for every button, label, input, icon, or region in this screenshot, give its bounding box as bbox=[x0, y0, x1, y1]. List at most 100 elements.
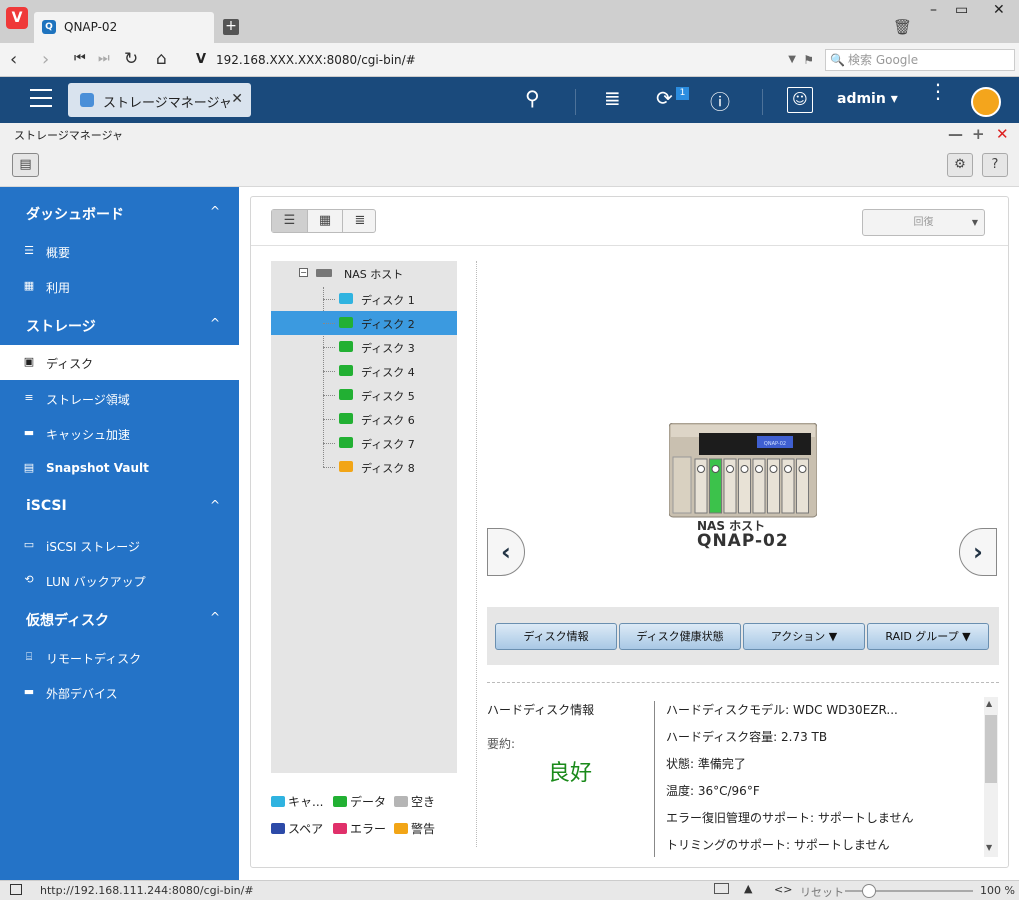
main-menu-icon[interactable] bbox=[30, 89, 52, 109]
legend-item: 警告 bbox=[394, 820, 435, 837]
sidebar-item-storage-space[interactable]: ≡ ストレージ領域 bbox=[0, 381, 239, 416]
sidebar-section-iscsi[interactable]: iSCSI ^ bbox=[0, 489, 239, 525]
sidebar-toggle-icon[interactable]: ▤ bbox=[12, 153, 39, 177]
tree-line bbox=[323, 467, 335, 468]
sidebar-item-cache[interactable]: ▬ キャッシュ加速 bbox=[0, 416, 239, 451]
zoom-slider-handle[interactable] bbox=[862, 884, 876, 898]
sidebar-item-label: Snapshot Vault bbox=[46, 461, 149, 475]
close-app-icon[interactable]: ✕ bbox=[996, 125, 1009, 143]
sidebar-item-snapshot-vault[interactable]: ▤ Snapshot Vault bbox=[0, 451, 239, 486]
scroll-thumb[interactable] bbox=[985, 715, 997, 783]
tree-node-disk[interactable]: ディスク 5 bbox=[271, 383, 457, 407]
sidebar-item-usage[interactable]: ▦ 利用 bbox=[0, 269, 239, 304]
list-view-icon[interactable]: ☰ bbox=[272, 210, 307, 232]
sidebar-item-iscsi-storage[interactable]: ▭ iSCSI ストレージ bbox=[0, 528, 239, 563]
user-menu[interactable]: admin ▾ bbox=[837, 91, 898, 107]
divider bbox=[476, 261, 477, 847]
search-field[interactable]: 🔍 検索 Google bbox=[825, 49, 1015, 71]
info-scrollbar[interactable]: ▲ ▼ bbox=[984, 697, 998, 857]
nas-name: QNAP-02 bbox=[697, 531, 789, 551]
disk-info-button[interactable]: ディスク情報 bbox=[495, 623, 617, 650]
code-icon[interactable]: <> bbox=[774, 883, 792, 896]
drive-bay-led-icon bbox=[784, 465, 792, 473]
disk-status-icon bbox=[339, 341, 353, 352]
maximize-icon[interactable]: ▭ bbox=[955, 2, 968, 18]
scroll-down-icon[interactable]: ▼ bbox=[986, 843, 992, 852]
reset-label[interactable]: リセット bbox=[800, 884, 844, 900]
recover-button[interactable]: 回復 ▼ bbox=[862, 209, 985, 236]
back-icon[interactable]: ‹ bbox=[10, 49, 17, 70]
home-icon[interactable]: ⌂ bbox=[156, 49, 167, 69]
close-app-tab-icon[interactable]: ✕ bbox=[231, 91, 243, 107]
sidebar-section-storage[interactable]: ストレージ ^ bbox=[0, 307, 239, 343]
user-avatar-icon[interactable]: ☺ bbox=[787, 87, 813, 113]
legend-label: スペア bbox=[288, 822, 324, 836]
sidebar-item-overview[interactable]: ☰ 概要 bbox=[0, 234, 239, 269]
url-field[interactable]: V 192.168.XXX.XXX:8080/cgi-bin/# ▼ ⚑ bbox=[190, 48, 820, 72]
panel-toggle-icon[interactable] bbox=[10, 884, 22, 895]
nas-device-image[interactable]: QNAP-02 bbox=[669, 423, 817, 519]
tree-node-disk[interactable]: ディスク 2 bbox=[271, 311, 457, 335]
collapse-chevron-icon[interactable]: ^ bbox=[210, 498, 220, 512]
minimize-icon[interactable]: – bbox=[930, 2, 937, 18]
tree-line bbox=[323, 419, 335, 420]
drive-bay-led-icon bbox=[798, 465, 807, 473]
nas-host-icon bbox=[316, 269, 332, 277]
sidebar-item-lun-backup[interactable]: ⟲ LUN バックアップ bbox=[0, 563, 239, 598]
app-tab[interactable]: ストレージマネージャ ✕ bbox=[68, 83, 251, 117]
image-icon[interactable]: ▲ bbox=[744, 882, 752, 895]
sidebar-item-disk[interactable]: ▣ ディスク bbox=[0, 345, 239, 380]
info-icon[interactable]: ⓘ bbox=[710, 86, 730, 115]
detail-view-icon[interactable]: ≣ bbox=[342, 210, 377, 232]
tree-node-disk[interactable]: ディスク 3 bbox=[271, 335, 457, 359]
trash-icon[interactable]: 🗑 bbox=[893, 18, 912, 36]
grid-view-icon[interactable]: ▦ bbox=[307, 210, 342, 232]
maximize-app-icon[interactable]: + bbox=[972, 125, 985, 143]
notifications-icon[interactable]: ⟳ bbox=[656, 86, 673, 110]
browser-tab[interactable]: Q QNAP-02 bbox=[34, 12, 214, 43]
close-window-icon[interactable]: ✕ bbox=[993, 2, 1005, 18]
tile-icon[interactable] bbox=[714, 883, 729, 894]
minimize-app-icon[interactable]: — bbox=[948, 125, 963, 143]
iscsi-icon: ▭ bbox=[23, 538, 35, 551]
new-tab-icon[interactable]: + bbox=[223, 19, 239, 35]
tree-node-disk[interactable]: ディスク 6 bbox=[271, 407, 457, 431]
legend-label: 空き bbox=[411, 795, 436, 809]
collapse-tree-icon[interactable]: − bbox=[299, 268, 308, 277]
url-dropdown-icon[interactable]: ▼ bbox=[788, 48, 796, 72]
action-dropdown-button[interactable]: アクション ▼ bbox=[743, 623, 865, 650]
tree-node-disk[interactable]: ディスク 7 bbox=[271, 431, 457, 455]
reload-icon[interactable]: ↻ bbox=[124, 49, 138, 69]
app-tab-label: ストレージマネージャ bbox=[103, 96, 232, 111]
hdd-info-title: ハードディスク情報 bbox=[487, 703, 595, 717]
collapse-chevron-icon[interactable]: ^ bbox=[210, 316, 220, 330]
collapse-chevron-icon[interactable]: ^ bbox=[210, 204, 220, 218]
disk-health-button[interactable]: ディスク健康状態 bbox=[619, 623, 741, 650]
more-options-icon[interactable]: ⋮ bbox=[928, 81, 948, 101]
search-icon[interactable]: ⚲ bbox=[525, 86, 540, 110]
background-tasks-icon[interactable]: ≣ bbox=[604, 86, 621, 110]
raid-group-dropdown-button[interactable]: RAID グループ ▼ bbox=[867, 623, 989, 650]
rewind-icon[interactable]: ⏮ bbox=[74, 51, 86, 66]
scroll-up-icon[interactable]: ▲ bbox=[986, 699, 992, 708]
collapse-chevron-icon[interactable]: ^ bbox=[210, 610, 220, 624]
previous-arrow-icon[interactable]: ‹ bbox=[487, 528, 525, 576]
fast-forward-icon[interactable]: ⏭ bbox=[98, 51, 110, 66]
bookmark-icon[interactable]: ⚑ bbox=[803, 48, 814, 72]
next-arrow-icon[interactable]: › bbox=[959, 528, 997, 576]
sidebar-item-remote-disk[interactable]: ⌸ リモートディスク bbox=[0, 640, 239, 675]
settings-gear-icon[interactable]: ⚙ bbox=[947, 153, 973, 177]
tree-node-disk[interactable]: ディスク 4 bbox=[271, 359, 457, 383]
tree-root-label[interactable]: NAS ホスト bbox=[344, 266, 403, 282]
forward-icon[interactable]: › bbox=[42, 49, 49, 70]
tree-node-disk[interactable]: ディスク 8 bbox=[271, 455, 457, 479]
sidebar-section-dashboard[interactable]: ダッシュボード ^ bbox=[0, 195, 239, 231]
help-icon[interactable]: ? bbox=[982, 153, 1008, 177]
legend-label: キャ... bbox=[288, 795, 324, 809]
dashboard-gauge-icon[interactable] bbox=[971, 87, 1001, 117]
sidebar-section-virtual-disk[interactable]: 仮想ディスク ^ bbox=[0, 601, 239, 637]
vivaldi-logo-icon[interactable]: V bbox=[6, 7, 28, 29]
sidebar-item-external-device[interactable]: ▬ 外部デバイス bbox=[0, 675, 239, 710]
legend-item: キャ... bbox=[271, 793, 323, 810]
tree-node-disk[interactable]: ディスク 1 bbox=[271, 287, 457, 311]
